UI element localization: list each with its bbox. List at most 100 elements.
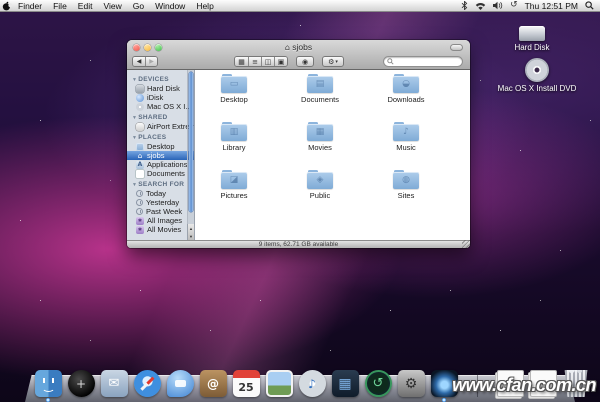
sidebar-item-label: Hard Disk [147, 84, 180, 93]
eye-icon: ◉ [302, 57, 309, 66]
folder-label: Downloads [387, 95, 425, 104]
finder-dock-icon[interactable] [34, 367, 62, 402]
sidebar-item-all-movies[interactable]: ✱ All Movies [127, 225, 194, 234]
ichat-dock-icon[interactable] [166, 367, 194, 397]
folder-icon: ▦ [307, 122, 333, 141]
quick-look-button[interactable]: ◉ [296, 56, 315, 67]
chevron-down-icon: ▾ [335, 58, 338, 65]
disclosure-triangle-icon: ▼ [132, 135, 138, 141]
sidebar-item-past-week[interactable]: Past Week [127, 207, 194, 216]
scrollbar-arrows[interactable]: ▲ ▼ [187, 224, 194, 240]
sidebar-item-airport-extreme[interactable]: AirPort Extreme [127, 122, 194, 131]
sidebar-item-icon: ✱ [136, 216, 144, 225]
spotlight-icon[interactable] [585, 1, 594, 10]
home-icon: ⌂ [284, 43, 290, 52]
sidebar-item-idisk[interactable]: iDisk [127, 93, 194, 102]
spaces-dock-icon[interactable]: ▦ [331, 367, 359, 397]
sidebar-section-devices[interactable]: ▼DEVICES [127, 73, 194, 84]
preview-dock-icon[interactable] [265, 367, 293, 397]
sidebar-item-icon [136, 84, 144, 93]
folder-movies[interactable]: ▦ Movies [277, 122, 363, 170]
sidebar: ▼DEVICES Hard DiskiDiskMac OS X I...▴ ▼S… [127, 70, 195, 240]
folder-public[interactable]: ◈ Public [277, 170, 363, 218]
sidebar-item-yesterday[interactable]: Yesterday [127, 198, 194, 207]
folder-icon: ♪ [393, 122, 419, 141]
folder-label: Library [222, 143, 246, 152]
finder-window: ⌂ sjobs ◀ ▶ ▦ ≡ ◫ ▣ ◉ ⚙ ▾ ▼DEVICES Hard … [127, 40, 470, 248]
ical-dock-icon[interactable]: 25 [232, 367, 260, 397]
menu-item[interactable]: File [53, 1, 67, 11]
itunes-dock-icon[interactable]: ♪ [298, 367, 326, 397]
sidebar-item-icon: ✱ [136, 225, 144, 234]
install-dvd-label: Mac OS X Install DVD [497, 84, 577, 93]
search-input[interactable] [394, 58, 454, 65]
sidebar-item-icon [136, 102, 144, 111]
watermark: www.cfan.com.cn [452, 375, 596, 395]
volume-icon[interactable] [493, 1, 503, 10]
folder-icon: ◍ [393, 170, 419, 189]
install-dvd-desktop-icon[interactable]: Mac OS X Install DVD [489, 58, 585, 93]
sidebar-item-hard-disk[interactable]: Hard Disk [127, 84, 194, 93]
folder-label: Documents [301, 95, 339, 104]
folder-documents[interactable]: ▤ Documents [277, 74, 363, 122]
scroll-down-icon[interactable]: ▼ [189, 234, 193, 239]
back-button[interactable]: ◀ [133, 57, 145, 66]
toolbar-toggle-pill[interactable] [450, 44, 463, 51]
disclosure-triangle-icon: ▼ [132, 182, 138, 188]
system-preferences-dock-icon[interactable]: ⚙ [397, 367, 425, 397]
window-chrome[interactable]: ⌂ sjobs ◀ ▶ ▦ ≡ ◫ ▣ ◉ ⚙ ▾ [127, 40, 470, 70]
folder-desktop[interactable]: ▭ Desktop [191, 74, 277, 122]
folder-icon: ◪ [221, 170, 247, 189]
hard-disk-icon [519, 26, 545, 41]
folder-label: Sites [397, 191, 415, 200]
sidebar-section-shared[interactable]: ▼SHARED [127, 111, 194, 122]
sidebar-item-desktop[interactable]: Desktop [127, 142, 194, 151]
running-indicator [46, 398, 50, 402]
folder-sites[interactable]: ◍ Sites [363, 170, 449, 218]
nav-buttons: ◀ ▶ [132, 56, 158, 67]
mail-dock-icon[interactable]: ✉ [100, 367, 128, 397]
sidebar-item-today[interactable]: Today [127, 189, 194, 198]
safari-dock-icon[interactable] [133, 367, 161, 397]
sidebar-item-icon [136, 93, 144, 102]
disclosure-triangle-icon: ▼ [132, 77, 138, 83]
menu-bar-clock[interactable]: Thu 12:51 PM [525, 1, 578, 11]
apple-menu-icon[interactable] [0, 1, 14, 11]
sidebar-item-documents[interactable]: Documents [127, 169, 194, 178]
scroll-up-icon[interactable]: ▲ [189, 226, 193, 231]
airport-wifi-icon[interactable] [475, 2, 486, 10]
search-field[interactable] [383, 56, 463, 67]
folder-grid: ▭ Desktop ▤ Documents ◒ Downloads ▥ Libr… [191, 74, 449, 218]
menu-item[interactable]: Window [155, 1, 185, 11]
hard-disk-desktop-icon[interactable]: Hard Disk [484, 26, 580, 52]
resize-grip[interactable] [462, 240, 470, 248]
folder-music[interactable]: ♪ Music [363, 122, 449, 170]
forward-button[interactable]: ▶ [145, 57, 157, 66]
time-machine-menu-icon[interactable]: ↺ [510, 1, 518, 10]
time-machine-dock-icon[interactable]: ↺ [364, 367, 392, 397]
sidebar-item-sjobs-home[interactable]: ⌂ sjobs [127, 151, 194, 160]
menu-item[interactable]: Help [196, 1, 213, 11]
folder-label: Public [309, 191, 331, 200]
folder-label: Pictures [220, 191, 248, 200]
address-book-dock-icon[interactable]: @ [199, 367, 227, 397]
menu-item[interactable]: View [103, 1, 121, 11]
bluetooth-icon[interactable] [461, 1, 468, 10]
sidebar-section-search-for[interactable]: ▼SEARCH FOR [127, 178, 194, 189]
folder-downloads[interactable]: ◒ Downloads [363, 74, 449, 122]
menu-item[interactable]: Finder [18, 1, 42, 11]
sidebar-item-applications[interactable]: A Applications [127, 160, 194, 169]
sidebar-item-icon: A [136, 160, 144, 169]
sidebar-item-label: All Images [147, 216, 183, 225]
menu-item[interactable]: Edit [78, 1, 93, 11]
sidebar-section-places[interactable]: ▼PLACES [127, 131, 194, 142]
dashboard-dock-icon[interactable]: + [67, 367, 95, 397]
folder-pictures[interactable]: ◪ Pictures [191, 170, 277, 218]
sidebar-item-label: iDisk [147, 93, 164, 102]
sidebar-item-label: Today [146, 189, 167, 198]
action-button[interactable]: ⚙ ▾ [322, 56, 344, 67]
sidebar-item-install-dvd[interactable]: Mac OS X I...▴ [127, 102, 194, 111]
sidebar-item-all-images[interactable]: ✱ All Images [127, 216, 194, 225]
menu-item[interactable]: Go [133, 1, 144, 11]
folder-library[interactable]: ▥ Library [191, 122, 277, 170]
